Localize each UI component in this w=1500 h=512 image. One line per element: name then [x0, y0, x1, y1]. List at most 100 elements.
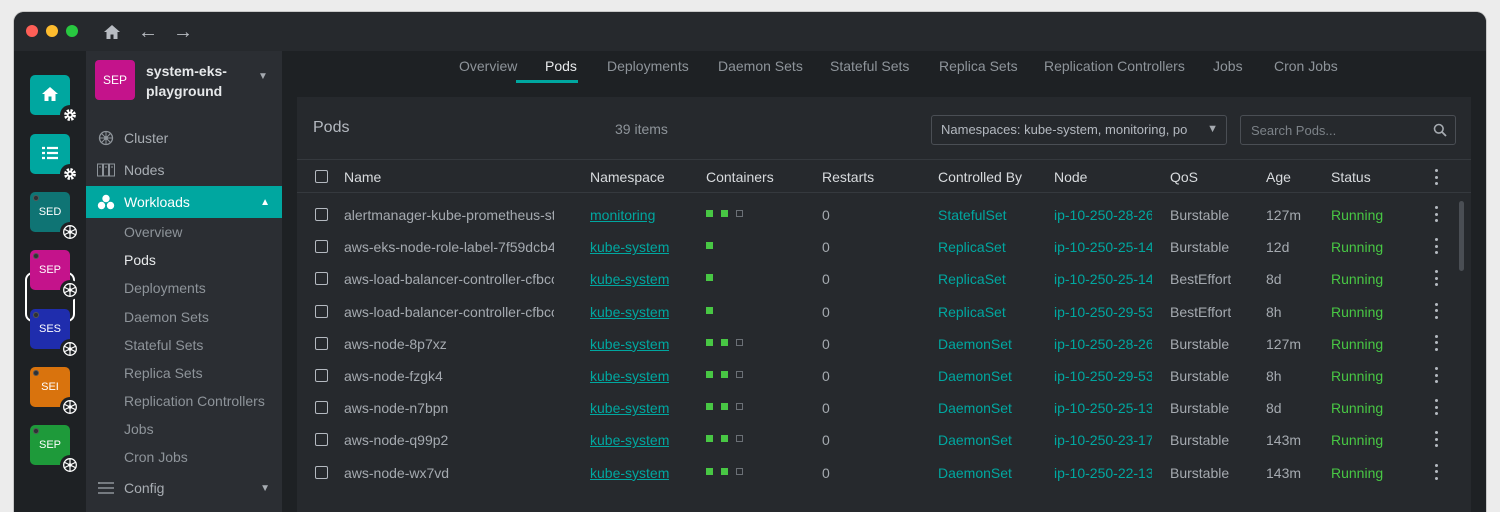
table-row[interactable]: aws-load-balancer-controller-cfbcc kube-s… [297, 262, 1471, 294]
row-menu-icon[interactable] [1432, 334, 1440, 351]
close-window-button[interactable] [26, 25, 38, 37]
table-scrollbar[interactable] [1459, 201, 1464, 271]
row-checkbox[interactable] [315, 465, 328, 479]
table-row[interactable]: aws-node-n7bpn kube-system 0 DaemonSet ip-10… [297, 391, 1471, 423]
controlled-by-link[interactable]: DaemonSet [938, 432, 1012, 448]
maximize-window-button[interactable] [66, 25, 78, 37]
search-input[interactable] [1241, 116, 1427, 144]
column-header-age[interactable]: Age [1266, 169, 1291, 185]
forward-arrow-icon[interactable]: → [171, 20, 195, 44]
sidebar-subitem-pods[interactable]: Pods [124, 246, 156, 274]
home-hotbar-button[interactable] [30, 75, 80, 125]
row-menu-icon[interactable] [1432, 238, 1440, 255]
node-link[interactable]: ip-10-250-29-53. [1054, 304, 1152, 320]
cluster-hotbar-button[interactable]: SES [30, 309, 80, 359]
row-menu-icon[interactable] [1432, 463, 1440, 480]
chevron-down-icon[interactable]: ▼ [1207, 123, 1218, 135]
sidebar-item-config[interactable]: Config ▼ [86, 472, 282, 504]
row-checkbox[interactable] [315, 336, 328, 350]
tab-cron-jobs[interactable]: Cron Jobs [1274, 51, 1338, 97]
pod-name[interactable]: aws-load-balancer-controller-cfbcc [344, 304, 554, 320]
row-checkbox[interactable] [315, 240, 328, 254]
namespace-link[interactable]: kube-system [590, 465, 669, 481]
column-header-name[interactable]: Name [344, 169, 381, 185]
node-link[interactable]: ip-10-250-25-149 [1054, 239, 1152, 255]
table-row[interactable]: aws-node-8p7xz kube-system 0 DaemonSet ip-10… [297, 327, 1471, 359]
tab-overview[interactable]: Overview [459, 51, 517, 97]
column-menu-icon[interactable] [1432, 169, 1440, 185]
pod-name[interactable]: aws-node-8p7xz [344, 336, 554, 352]
row-menu-icon[interactable] [1432, 270, 1440, 287]
controlled-by-link[interactable]: DaemonSet [938, 400, 1012, 416]
tab-replica-sets[interactable]: Replica Sets [939, 51, 1018, 97]
column-header-containers[interactable]: Containers [706, 169, 774, 185]
row-checkbox[interactable] [315, 401, 328, 415]
controlled-by-link[interactable]: DaemonSet [938, 336, 1012, 352]
sidebar-item-workloads[interactable]: Workloads ▲ [86, 186, 282, 218]
row-menu-icon[interactable] [1432, 302, 1440, 319]
table-row[interactable]: aws-load-balancer-controller-cfbcc kube-s… [297, 295, 1471, 327]
search-icon[interactable] [1433, 123, 1447, 140]
row-checkbox[interactable] [315, 304, 328, 318]
sidebar-subitem-deployments[interactable]: Deployments [124, 274, 206, 302]
settings-gear-icon[interactable] [60, 105, 80, 125]
catalog-hotbar-button[interactable] [30, 134, 80, 184]
sidebar-subitem-replica-sets[interactable]: Replica Sets [124, 359, 203, 387]
row-checkbox[interactable] [315, 208, 328, 221]
sidebar-subitem-daemon-sets[interactable]: Daemon Sets [124, 303, 209, 331]
sidebar-item-cluster[interactable]: Cluster [86, 122, 282, 154]
tab-stateful-sets[interactable]: Stateful Sets [830, 51, 909, 97]
cluster-hotbar-button[interactable]: SEP [30, 425, 80, 475]
table-row[interactable]: aws-node-q99p2 kube-system 0 DaemonSet ip-10… [297, 423, 1471, 455]
namespace-link[interactable]: monitoring [590, 207, 655, 223]
chevron-down-icon[interactable]: ▼ [258, 71, 268, 82]
controlled-by-link[interactable]: ReplicaSet [938, 271, 1006, 287]
node-link[interactable]: ip-10-250-28-26. [1054, 336, 1152, 352]
pod-name[interactable]: aws-eks-node-role-label-7f59dcb45 [344, 239, 554, 255]
controlled-by-link[interactable]: StatefulSet [938, 207, 1007, 223]
node-link[interactable]: ip-10-250-28-26. [1054, 207, 1152, 223]
node-link[interactable]: ip-10-250-23-17. [1054, 432, 1152, 448]
sidebar-subitem-stateful-sets[interactable]: Stateful Sets [124, 331, 203, 359]
pod-name[interactable]: aws-node-fzgk4 [344, 368, 554, 384]
namespace-link[interactable]: kube-system [590, 336, 669, 352]
table-row[interactable]: aws-eks-node-role-label-7f59dcb45 kube-sy… [297, 230, 1471, 262]
namespace-link[interactable]: kube-system [590, 432, 669, 448]
controlled-by-link[interactable]: DaemonSet [938, 368, 1012, 384]
pod-name[interactable]: aws-load-balancer-controller-cfbcc [344, 271, 554, 287]
sidebar-subitem-replication-controllers[interactable]: Replication Controllers [124, 387, 265, 415]
sidebar-subitem-cron-jobs[interactable]: Cron Jobs [124, 443, 188, 471]
tab-jobs[interactable]: Jobs [1213, 51, 1243, 97]
column-header-node[interactable]: Node [1054, 169, 1087, 185]
node-link[interactable]: ip-10-250-29-53. [1054, 368, 1152, 384]
tab-daemon-sets[interactable]: Daemon Sets [718, 51, 803, 97]
sidebar-item-nodes[interactable]: Nodes [86, 154, 282, 186]
tab-replication-controllers[interactable]: Replication Controllers [1044, 51, 1185, 97]
table-row[interactable]: alertmanager-kube-prometheus-sta monitori… [297, 198, 1471, 230]
pod-name[interactable]: aws-node-wx7vd [344, 465, 554, 481]
table-row[interactable]: aws-node-wx7vd kube-system 0 DaemonSet ip-10… [297, 456, 1471, 488]
namespace-link[interactable]: kube-system [590, 239, 669, 255]
controlled-by-link[interactable]: ReplicaSet [938, 304, 1006, 320]
node-link[interactable]: ip-10-250-22-133 [1054, 465, 1152, 481]
node-link[interactable]: ip-10-250-25-132 [1054, 400, 1152, 416]
row-menu-icon[interactable] [1432, 367, 1440, 383]
pod-name[interactable]: alertmanager-kube-prometheus-sta [344, 207, 554, 223]
sidebar-subitem-jobs[interactable]: Jobs [124, 415, 154, 443]
pod-name[interactable]: aws-node-n7bpn [344, 400, 554, 416]
chevron-down-icon[interactable]: ▼ [260, 483, 270, 494]
namespace-link[interactable]: kube-system [590, 368, 669, 384]
row-menu-icon[interactable] [1432, 206, 1440, 222]
column-header-restarts[interactable]: Restarts [822, 169, 874, 185]
sidebar-subitem-overview[interactable]: Overview [124, 218, 182, 246]
select-all-checkbox[interactable] [315, 170, 328, 183]
namespace-link[interactable]: kube-system [590, 271, 669, 287]
pod-name[interactable]: aws-node-q99p2 [344, 432, 554, 448]
tab-pods[interactable]: Pods [545, 51, 577, 97]
cluster-hotbar-button[interactable]: SED [30, 192, 80, 242]
column-header-namespace[interactable]: Namespace [590, 169, 665, 185]
namespace-select[interactable]: Namespaces: kube-system, monitoring, po … [931, 115, 1227, 145]
cluster-hotbar-button[interactable]: SEP [30, 250, 80, 300]
minimize-window-button[interactable] [46, 25, 58, 37]
settings-gear-icon[interactable] [60, 164, 80, 184]
